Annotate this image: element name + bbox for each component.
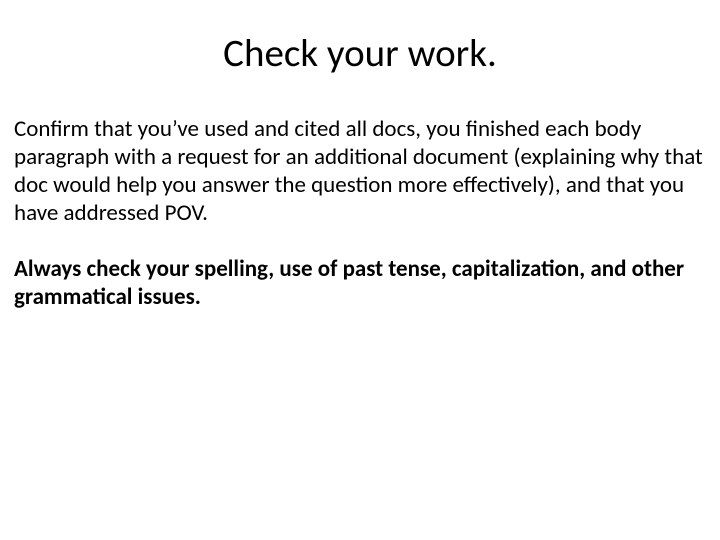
body-paragraph-1: Confirm that you’ve used and cited all d… [14,115,706,227]
slide-container: Check your work. Confirm that you’ve use… [0,0,720,540]
body-paragraph-2: Always check your spelling, use of past … [14,255,706,311]
slide-title: Check your work. [14,30,706,77]
